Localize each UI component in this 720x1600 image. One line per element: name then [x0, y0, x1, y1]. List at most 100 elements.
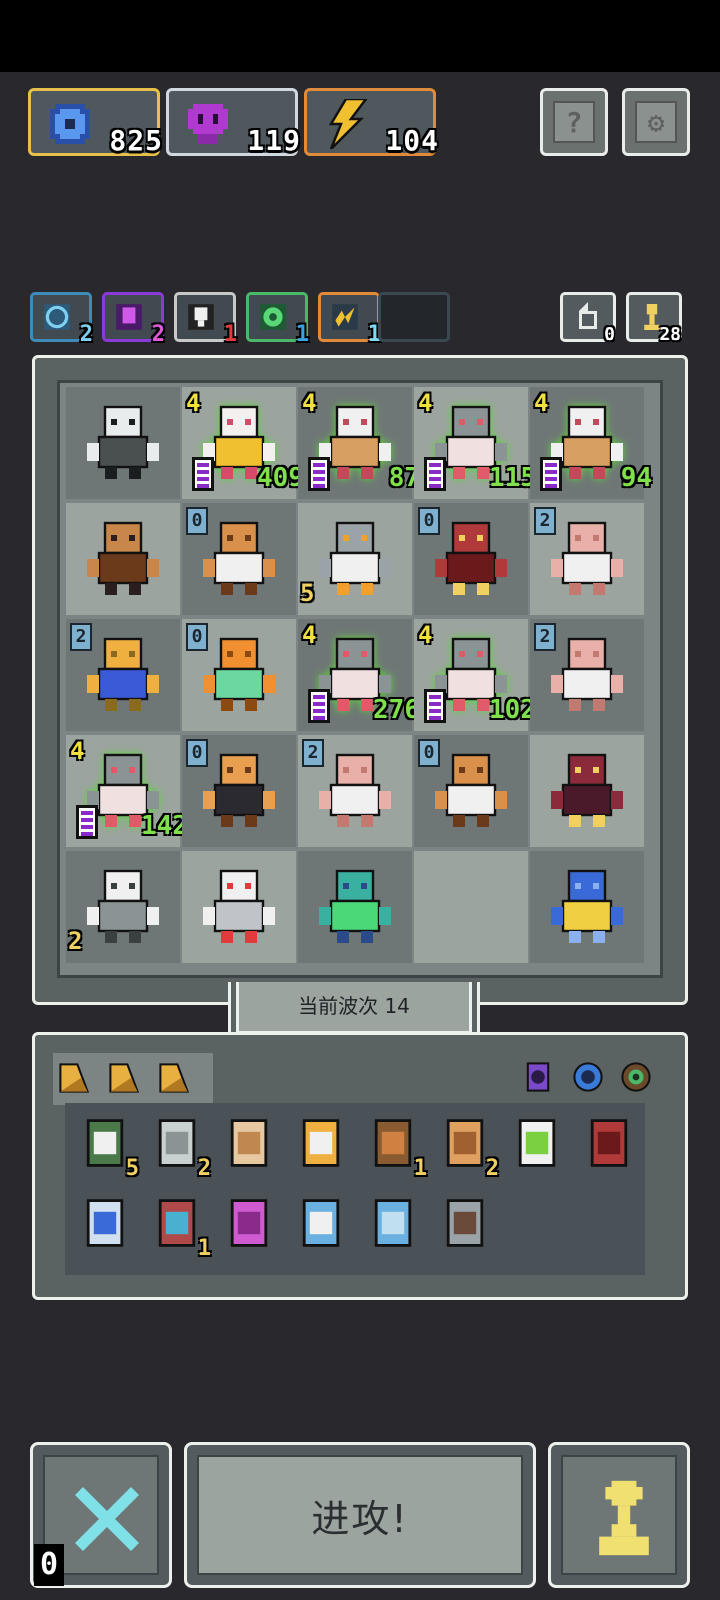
blue-fish-icon — [374, 1199, 412, 1247]
inventory-item-pink-gear[interactable] — [221, 1195, 281, 1255]
energy-bar — [308, 457, 330, 491]
spike-helmet-icon — [446, 1199, 484, 1247]
unit-level: 0 — [186, 507, 208, 535]
inventory-item-bread[interactable] — [221, 1115, 281, 1175]
ghost-icon — [203, 869, 275, 943]
status-bar — [0, 0, 720, 72]
board-cell-insect[interactable] — [298, 851, 412, 963]
chain-link-icon — [203, 637, 275, 711]
board-cell-hooded-reaper[interactable] — [66, 387, 180, 499]
energy-bar — [540, 457, 562, 491]
board-cell-ghost[interactable] — [182, 851, 296, 963]
green-ring-icon[interactable] — [619, 1059, 653, 1095]
unit-level: 0 — [418, 739, 440, 767]
board-cell-knight[interactable]: 4 102 — [414, 619, 536, 731]
unit-level: 0 — [418, 507, 440, 535]
synergy-clock[interactable]: 2 — [30, 292, 93, 347]
board-cell-chain-link[interactable]: 0 — [182, 619, 296, 731]
board-cell-brute[interactable] — [66, 503, 180, 615]
inventory-item-blue-molecule[interactable] — [293, 1195, 353, 1255]
inventory-item-wand[interactable]: 1 — [149, 1195, 211, 1261]
inventory-items: 5 2 1 2 1 — [65, 1103, 645, 1275]
triangle-card-icon[interactable] — [107, 1061, 141, 1095]
synergy-lightning[interactable]: 1 — [318, 292, 381, 347]
board-cell-mushroom[interactable]: 2 — [530, 503, 644, 615]
synergy-bulb-count: 1 — [223, 322, 237, 347]
board-cell-mushroom[interactable]: 2 — [530, 619, 644, 731]
blue-ring-icon[interactable] — [571, 1059, 605, 1095]
board-cell-bandit[interactable]: 0 — [182, 503, 296, 615]
board-cell-knight[interactable]: 4 276 — [298, 619, 420, 731]
inventory-item-blue-fish[interactable] — [365, 1195, 425, 1255]
inventory-item-striped-shield[interactable] — [293, 1115, 353, 1175]
synergy-target[interactable]: 1 — [246, 292, 309, 347]
purple-ring-icon[interactable] — [521, 1059, 555, 1095]
energy-bar — [76, 805, 98, 839]
refresh-button[interactable]: 0 — [560, 292, 616, 345]
unit-level: 4 — [302, 389, 317, 417]
mushroom-icon — [551, 521, 623, 595]
energy-bar — [424, 457, 446, 491]
red-flower-icon — [590, 1119, 628, 1167]
lightning-small-icon — [332, 304, 358, 330]
scarab-icon — [87, 637, 159, 711]
board-cell-scarab[interactable]: 2 — [66, 619, 180, 731]
triangle-card-icon[interactable] — [157, 1061, 191, 1095]
inventory-item-red-flower[interactable] — [581, 1115, 641, 1175]
unit-hp: 276 — [373, 695, 420, 725]
unit-level: 0 — [186, 623, 208, 651]
item-count: 2 — [485, 1156, 499, 1181]
inventory-item-book[interactable]: 1 — [365, 1115, 427, 1181]
synergy-bulb[interactable]: 1 — [174, 292, 237, 347]
mushroom-icon — [551, 637, 623, 711]
book-icon — [374, 1119, 412, 1167]
help-button[interactable]: ? — [540, 88, 608, 156]
goblin-shield-icon — [86, 1119, 124, 1167]
unit-level: 4 — [302, 621, 317, 649]
scroll-icon — [158, 1119, 196, 1167]
board-cell-chef[interactable]: 2 — [66, 851, 180, 963]
board-cell-bandit[interactable]: 0 — [414, 735, 528, 847]
inventory-item-spike-helmet[interactable] — [437, 1195, 497, 1255]
skip-count: 0 — [34, 1544, 64, 1586]
inventory-item-scroll[interactable]: 2 — [149, 1115, 211, 1181]
board-cell-knight[interactable]: 4 142 — [66, 735, 188, 847]
bread-icon — [230, 1119, 268, 1167]
pawn-large-icon — [599, 1480, 649, 1556]
resource-lightning: 104 — [304, 88, 439, 157]
unit-level: 4 — [418, 389, 433, 417]
unit-hp: 115 — [489, 463, 536, 493]
inventory-item-green-potion[interactable] — [509, 1115, 569, 1175]
unit-hp: 142 — [141, 811, 188, 841]
synergy-skull[interactable]: 2 — [102, 292, 165, 347]
board-cell-paladin-staff[interactable]: 4 87 — [298, 387, 420, 499]
board-cell-paladin-staff[interactable]: 4 94 — [530, 387, 652, 499]
board-cell-robot[interactable]: 5 — [298, 503, 412, 615]
board-cell-mushroom[interactable]: 2 — [298, 735, 412, 847]
board-cell-red-demon[interactable]: 0 — [414, 503, 528, 615]
brute-icon — [87, 521, 159, 595]
striped-shield-icon — [302, 1119, 340, 1167]
inventory-item-bust[interactable]: 2 — [437, 1115, 499, 1181]
bandit-icon — [203, 521, 275, 595]
attack-button[interactable]: 进攻! — [184, 1442, 536, 1588]
board-cell-empty[interactable] — [414, 851, 528, 963]
refresh-count: 0 — [604, 324, 615, 345]
pawn-count-button[interactable]: 28 — [626, 292, 682, 345]
bandit-icon — [435, 753, 507, 827]
pawn-button[interactable] — [548, 1442, 690, 1588]
board-cell-monk[interactable]: 0 — [182, 735, 296, 847]
inventory-item-blue-potion[interactable] — [77, 1195, 137, 1255]
pawn-count: 28 — [659, 324, 681, 345]
board-cell-blue-golem[interactable] — [530, 851, 644, 963]
blue-golem-icon — [551, 869, 623, 943]
resource-lightning-value: 104 — [385, 124, 439, 157]
robot-icon — [319, 521, 391, 595]
board-cell-imp[interactable] — [530, 735, 644, 847]
settings-button[interactable]: ⚙ — [622, 88, 690, 156]
synergy-clock-count: 2 — [79, 322, 93, 347]
board-cell-white-haired-girl[interactable]: 4 409 — [182, 387, 304, 499]
triangle-card-icon[interactable] — [57, 1061, 91, 1095]
board-cell-knight[interactable]: 4 115 — [414, 387, 536, 499]
inventory-item-goblin-shield[interactable]: 5 — [77, 1115, 139, 1181]
